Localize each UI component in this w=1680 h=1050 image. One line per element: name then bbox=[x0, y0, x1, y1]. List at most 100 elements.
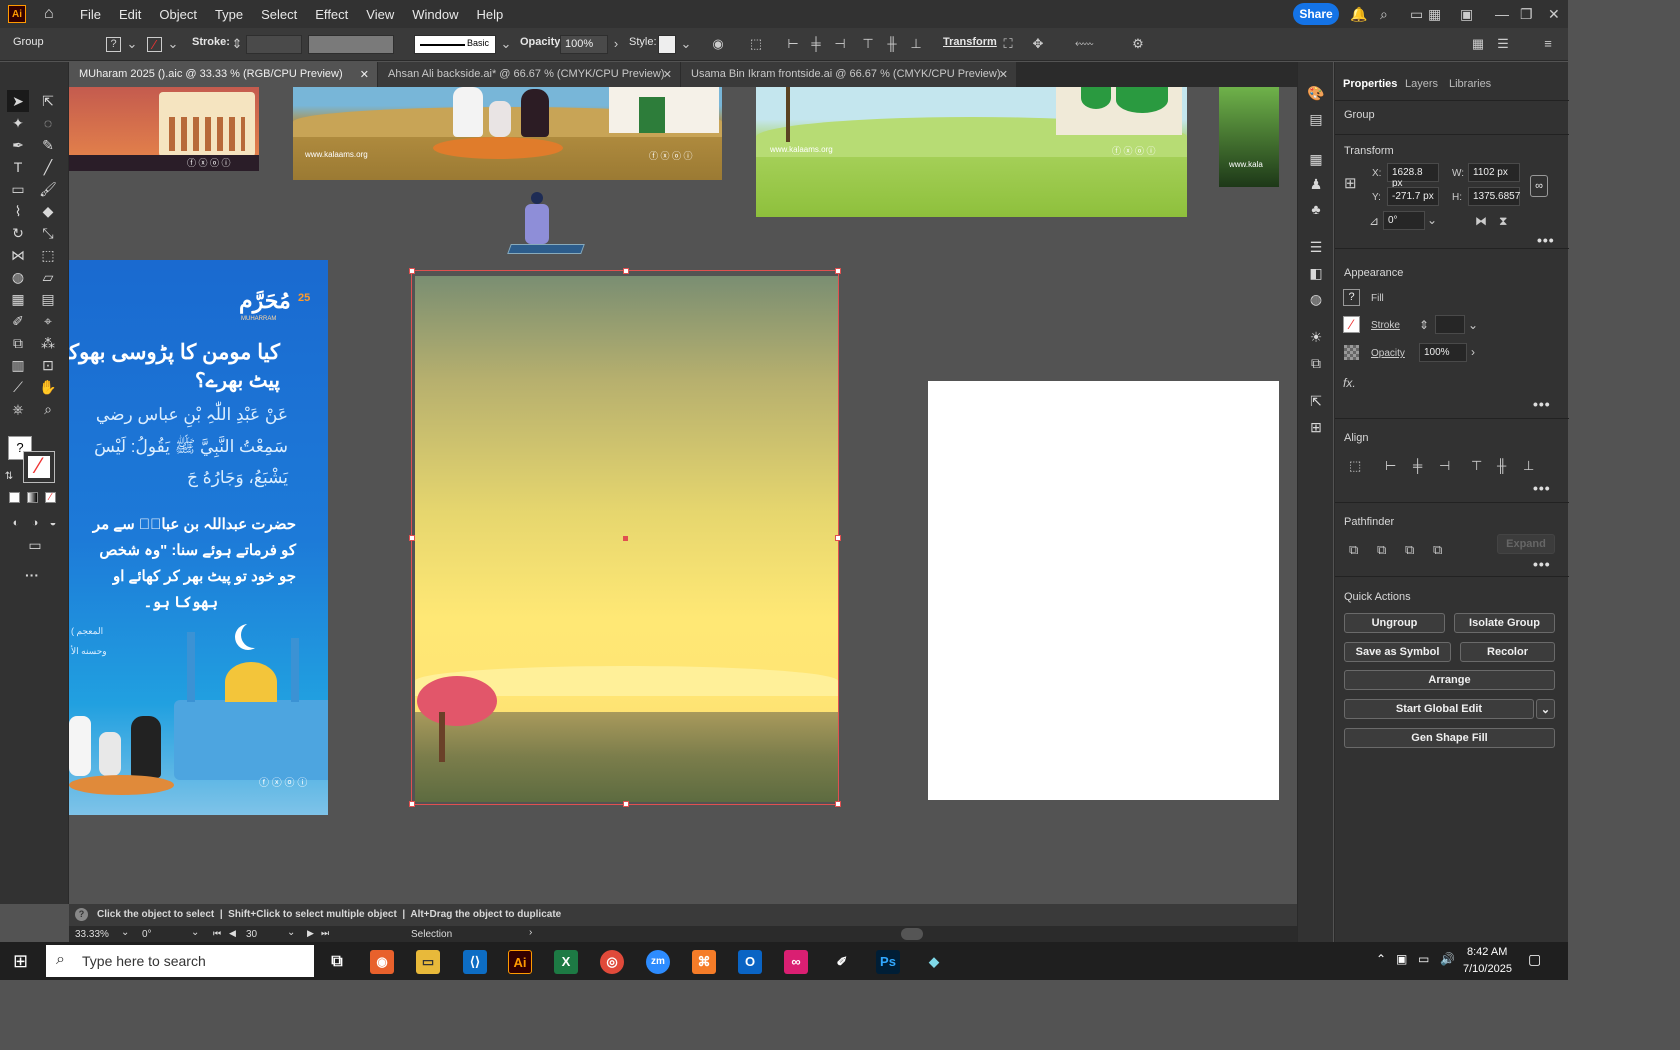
handle-w[interactable] bbox=[409, 535, 415, 541]
handle-ne[interactable] bbox=[835, 268, 841, 274]
shaper-tool-icon[interactable]: ⌇ bbox=[7, 200, 29, 222]
tab-ahsan-ali[interactable]: Ahsan Ali backside.ai* @ 66.67 % (CMYK/C… bbox=[378, 62, 681, 87]
draw-inside-icon[interactable]: ◒ bbox=[42, 512, 64, 534]
pathfinder-more-icon[interactable]: ••• bbox=[1533, 556, 1551, 572]
handle-sw[interactable] bbox=[409, 801, 415, 807]
chevron-right-icon[interactable]: › bbox=[529, 927, 532, 938]
workspace-icon[interactable]: ▦ bbox=[1428, 6, 1441, 23]
handle-n[interactable] bbox=[623, 268, 629, 274]
stroke-swatch-icon[interactable]: ⁄ bbox=[1343, 316, 1360, 333]
photoshop-icon[interactable]: Ps bbox=[876, 950, 900, 974]
align-hcenter-icon[interactable]: ╪ bbox=[1413, 458, 1422, 473]
menu-object[interactable]: Object bbox=[159, 7, 197, 22]
flip-vertical-icon[interactable]: ⧗ bbox=[1499, 214, 1507, 229]
artboards-icon[interactable]: ⊞ bbox=[1307, 418, 1325, 436]
artboard-white-blank[interactable] bbox=[928, 381, 1279, 800]
align-more-icon[interactable]: ••• bbox=[1533, 480, 1551, 496]
zoom-tool-icon[interactable]: ⌕ bbox=[37, 398, 59, 420]
pen-tool-icon[interactable]: ✒ bbox=[7, 134, 29, 156]
eraser-icon[interactable]: ◆ bbox=[37, 200, 59, 222]
close-tab-icon[interactable]: ✕ bbox=[999, 68, 1008, 81]
stroke-weight-input[interactable] bbox=[246, 35, 302, 54]
free-transform-icon[interactable]: ⬚ bbox=[37, 244, 59, 266]
libraries-icon[interactable]: ▦ bbox=[1307, 150, 1325, 168]
symbol-sprayer-icon[interactable]: ⁂ bbox=[37, 332, 59, 354]
opacity-swatch-icon[interactable] bbox=[1344, 345, 1359, 360]
battery-icon[interactable]: ▭ bbox=[1418, 952, 1429, 966]
search-icon[interactable]: ⌕ bbox=[1380, 6, 1388, 23]
next-artboard-icon[interactable]: ▶ bbox=[307, 928, 314, 939]
stroke-weight-input[interactable] bbox=[1435, 315, 1465, 334]
h-input[interactable]: 1375.6857 bbox=[1468, 187, 1520, 206]
artboard-muharram-urdu[interactable]: مُحَرَّم 25 MUHARRAM کیا مومن کا پڑوسی ب… bbox=[69, 260, 328, 815]
eyedropper-icon[interactable]: ✐ bbox=[7, 310, 29, 332]
fill-swatch-icon[interactable]: ? bbox=[106, 37, 121, 52]
unite-icon[interactable]: ⧉ bbox=[1349, 542, 1358, 558]
zoom-icon[interactable]: zm bbox=[646, 950, 670, 974]
shape-builder-icon[interactable]: ◍ bbox=[7, 266, 29, 288]
network-icon[interactable]: ▣ bbox=[1396, 952, 1407, 966]
isolate-group-icon[interactable]: ⛶ bbox=[1000, 36, 1016, 52]
file-explorer-icon[interactable]: ▭ bbox=[416, 950, 440, 974]
align-left-icon[interactable]: ⊢ bbox=[1385, 458, 1396, 474]
save-as-symbol-button[interactable]: Save as Symbol bbox=[1344, 642, 1451, 662]
magic-wand-icon[interactable]: ✦ bbox=[7, 112, 29, 134]
blend-tool-icon[interactable]: ⧉ bbox=[7, 332, 29, 354]
stroke-link[interactable]: Stroke bbox=[1371, 320, 1400, 331]
chevron-down-icon[interactable]: ⌄ bbox=[121, 927, 129, 938]
canvas[interactable]: ⓕ ⓧ ⓞ ⓘ www.kalaams.org ⓕ ⓧ ⓞ ⓘ www.kala… bbox=[69, 87, 1279, 904]
last-artboard-icon[interactable]: ⏭ bbox=[321, 928, 329, 939]
properties-toggle-icon[interactable]: ☰ bbox=[1495, 36, 1511, 52]
handle-nw[interactable] bbox=[409, 268, 415, 274]
align-vcenter-icon[interactable]: ╫ bbox=[884, 36, 900, 52]
chevron-down-icon[interactable]: ⌄ bbox=[1468, 318, 1478, 332]
perspective-grid-icon[interactable]: ▱ bbox=[37, 266, 59, 288]
align-top-icon[interactable]: ⊤ bbox=[1471, 458, 1482, 474]
handle-e[interactable] bbox=[835, 535, 841, 541]
fill-swatch-icon[interactable]: ? bbox=[1343, 289, 1360, 306]
menu-edit[interactable]: Edit bbox=[119, 7, 141, 22]
restore-icon[interactable]: ❐ bbox=[1520, 6, 1533, 23]
y-input[interactable]: -271.7 px bbox=[1387, 187, 1439, 206]
tab-layers[interactable]: Layers bbox=[1405, 78, 1438, 90]
horizontal-scrollbar-thumb[interactable] bbox=[901, 928, 923, 940]
excel-icon[interactable]: X bbox=[554, 950, 578, 974]
expand-button[interactable]: Expand bbox=[1497, 534, 1555, 554]
document-icon[interactable]: ▤ bbox=[1307, 110, 1325, 128]
export-icon[interactable]: ⇱ bbox=[1307, 392, 1325, 410]
fx-button[interactable]: fx. bbox=[1343, 376, 1356, 390]
taskbar-search-input[interactable]: ⌕ Type here to search bbox=[46, 945, 314, 977]
chevron-down-icon[interactable]: ⌄ bbox=[287, 927, 295, 938]
praying-man-illustration[interactable] bbox=[507, 192, 585, 256]
color-panel-icon[interactable]: 🎨 bbox=[1307, 84, 1325, 102]
creative-cloud-icon[interactable]: ∞ bbox=[784, 950, 808, 974]
close-tab-icon[interactable]: ✕ bbox=[663, 68, 672, 81]
zoom-level[interactable]: 33.33% bbox=[75, 929, 109, 940]
arrange-icon[interactable]: ▦ bbox=[1470, 36, 1486, 52]
clock-time[interactable]: 8:42 AM bbox=[1467, 946, 1507, 958]
puppet-icon[interactable]: ♟ bbox=[1307, 175, 1325, 193]
angle-input[interactable]: 0° bbox=[1383, 211, 1425, 230]
minimize-icon[interactable]: — bbox=[1495, 6, 1509, 22]
align-to-icon[interactable]: ⬚ bbox=[1349, 458, 1361, 474]
chevron-down-icon[interactable]: ⌄ bbox=[191, 927, 199, 938]
rotate-tool-icon[interactable]: ↻ bbox=[7, 222, 29, 244]
vscode-icon[interactable]: ⟨⟩ bbox=[463, 950, 487, 974]
constrain-proportions-icon[interactable]: ∞ bbox=[1530, 175, 1548, 197]
recolor-icon[interactable]: ◉ bbox=[710, 36, 726, 52]
menu-view[interactable]: View bbox=[366, 7, 394, 22]
transform-link[interactable]: Transform bbox=[943, 36, 997, 48]
prev-artboard-icon[interactable]: ◀ bbox=[229, 928, 236, 939]
lasso-icon[interactable]: ◌ bbox=[37, 112, 59, 134]
stroke-swatch-icon[interactable]: ⁄ bbox=[147, 37, 162, 52]
chevron-right-icon[interactable]: › bbox=[1471, 345, 1475, 359]
opacity-link[interactable]: Opacity bbox=[1371, 348, 1405, 359]
measure-icon[interactable]: ⌖ bbox=[37, 310, 59, 332]
layers-icon[interactable]: ⧉ bbox=[1307, 354, 1325, 372]
menu-window[interactable]: Window bbox=[412, 7, 458, 22]
artboard-green-partial[interactable]: www.kala bbox=[1219, 87, 1279, 187]
chevron-down-icon[interactable]: ⌄ bbox=[124, 36, 140, 52]
line-tool-icon[interactable]: ╱ bbox=[37, 156, 59, 178]
envelope-icon[interactable]: ⬳ bbox=[1075, 36, 1094, 52]
reference-point-icon[interactable]: ⊞ bbox=[1344, 174, 1357, 192]
